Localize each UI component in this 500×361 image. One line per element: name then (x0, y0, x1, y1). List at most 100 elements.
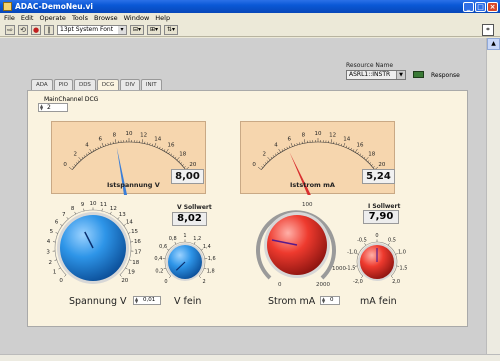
meter-tick-label: 4 (274, 143, 278, 149)
meter-tick (296, 143, 298, 146)
tab-init[interactable]: INIT (140, 79, 162, 90)
knob-tick-label: 1,5 (400, 265, 408, 271)
knob-tick-label: 2,0 (392, 279, 400, 285)
voltage-fine-label: V fein (174, 296, 202, 307)
meter-tick (107, 143, 109, 146)
menu-help[interactable]: Help (155, 14, 170, 22)
knob-tick (129, 259, 132, 261)
knob-tick (110, 211, 112, 215)
menu-window[interactable]: Window (124, 14, 150, 22)
knob-tick-label: 0,2 (155, 268, 163, 274)
current-knob-tick-0: 0 (278, 282, 282, 288)
resource-select[interactable]: ASRL1::INSTR ▼ (346, 70, 406, 80)
knob-tick (119, 274, 122, 277)
meter-tick (274, 153, 277, 156)
meter-tick (365, 157, 369, 161)
menu-edit[interactable]: Edit (21, 14, 34, 22)
spinner-icon[interactable]: ▲ ▼ (135, 297, 140, 304)
voltage-knob[interactable]: 0123456789 10 11121314151617181920 (40, 196, 150, 291)
knob-tick-label: 0,4 (154, 256, 162, 262)
spinner-icon[interactable]: ▲ ▼ (322, 297, 327, 304)
menu-file[interactable]: File (4, 14, 15, 22)
horizontal-scrollbar[interactable] (0, 354, 500, 361)
meter-tick (146, 142, 148, 145)
meter-tick (343, 142, 346, 147)
meter-tick (85, 153, 88, 156)
meter-tick (277, 152, 279, 154)
meter-tick (288, 145, 291, 148)
vi-icon: ⌗ (482, 24, 494, 36)
meter-tick (330, 139, 332, 144)
meter-tick (163, 149, 166, 152)
meter-tick (284, 147, 286, 150)
current-fine-input[interactable]: ▲ ▼ 0 (320, 296, 340, 305)
spinner-icon[interactable]: ▲ ▼ (40, 104, 45, 111)
abort-icon[interactable]: ● (31, 24, 41, 35)
voltage-fine-knob[interactable]: 00,2 0,4 0,60,8 1 1,21,4 1,6 1,82 (151, 228, 221, 290)
current-fine-label: mA fein (360, 296, 397, 307)
vertical-scrollbar[interactable]: ▲ (486, 38, 500, 354)
meter-tick (99, 145, 102, 148)
knob-tick-label: 2 (48, 260, 52, 266)
run-arrow-icon[interactable]: ⇨ (5, 24, 15, 35)
meter-tick-label: 16 (167, 143, 174, 149)
meter-tick (159, 146, 161, 149)
app-icon (3, 2, 12, 11)
main-channel-value: 2 (47, 104, 51, 111)
resource-label: Resource Name (346, 62, 394, 69)
meter-tick (361, 155, 364, 157)
menu-operate[interactable]: Operate (39, 14, 65, 22)
voltage-fine-value: 0,01 (143, 297, 156, 303)
run-continuously-icon[interactable]: ⟲ (18, 24, 28, 35)
meter-tick (154, 142, 157, 147)
tab-pio[interactable]: PIO (53, 79, 73, 90)
pause-icon[interactable]: ∥ (44, 24, 54, 35)
meter-tick (105, 143, 107, 146)
knob-tick (55, 232, 58, 234)
current-knob-tick-2000: 2000 (316, 282, 330, 288)
meter-tick (78, 157, 82, 161)
menu-bar: File Edit Operate Tools Browse Window He… (0, 13, 500, 23)
tab-div[interactable]: DIV (120, 79, 140, 90)
align-objects-icon[interactable]: ⊟▾ (130, 24, 144, 35)
knob-tick (174, 241, 177, 245)
meter-tick (77, 160, 80, 163)
meter-tick (168, 152, 170, 154)
meter-tick (257, 167, 262, 170)
minimize-button[interactable]: _ (463, 1, 474, 12)
current-knob[interactable]: 100 1000 2000 0 (248, 196, 348, 291)
meter-tick (166, 148, 169, 153)
knob-tick-label: 0 (164, 279, 167, 285)
reorder-icon[interactable]: ⇅▾ (164, 24, 178, 35)
scroll-up-icon[interactable]: ▲ (487, 38, 500, 50)
meter-tick (170, 153, 173, 156)
meter-tick (304, 139, 306, 144)
knob-tick-label: 4 (47, 239, 51, 245)
knob-tick (390, 275, 394, 279)
font-select[interactable]: 13pt System Font ▾ (57, 24, 127, 35)
current-fine-knob[interactable]: -2,0 -1,5 -1,0-0,5 0 0,51,0 1,5 2,0 (341, 228, 413, 290)
meter-tick (270, 156, 273, 159)
meter-tick (68, 167, 73, 170)
meter-tick (183, 166, 186, 168)
close-button[interactable]: × (487, 1, 498, 12)
tab-ada[interactable]: ADA (31, 79, 53, 90)
knob-tick-label: 0,8 (169, 236, 177, 242)
meter-tick (156, 145, 159, 148)
meter-tick-label: 20 (378, 162, 385, 168)
meter-tick (278, 148, 281, 153)
meter-tick (335, 142, 337, 145)
voltage-setpoint-display: 8,02 (172, 212, 207, 226)
tab-dds[interactable]: DDS (73, 79, 96, 90)
knob-tick (364, 243, 367, 246)
main-channel-input[interactable]: ▲ ▼ 2 (38, 103, 68, 112)
distribute-objects-icon[interactable]: ⊞▾ (147, 24, 161, 35)
menu-tools[interactable]: Tools (72, 14, 88, 22)
menu-browse[interactable]: Browse (94, 14, 118, 22)
meter-tick (266, 160, 269, 163)
maximize-button[interactable]: □ (475, 1, 486, 12)
meter-tick-label: 12 (140, 132, 147, 138)
knob-tick-label: 13 (119, 212, 126, 218)
voltage-fine-input[interactable]: ▲ ▼ 0,01 (133, 296, 161, 305)
knob-tick-label: -1,5 (346, 265, 356, 271)
